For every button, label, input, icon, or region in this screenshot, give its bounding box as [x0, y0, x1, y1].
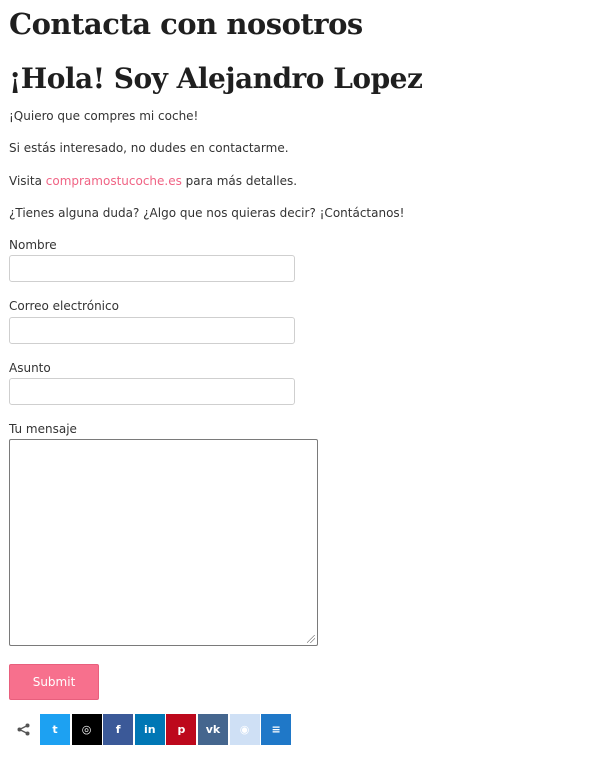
message-textarea[interactable] [9, 439, 318, 646]
submit-button[interactable]: Submit [9, 664, 99, 700]
linkedin-icon: in [143, 723, 156, 736]
website-link[interactable]: compramostucoche.es [46, 174, 182, 188]
pinterest-icon: p [177, 723, 186, 736]
intro-line-3-suffix: para más detalles. [181, 174, 298, 188]
name-field[interactable] [9, 255, 295, 282]
instagram-share-button[interactable]: ◎ [71, 714, 102, 745]
greeting-heading: ¡Hola! Soy Alejandro Lopez [9, 62, 423, 95]
contact-page: Contacta con nosotros ¡Hola! Soy Alejand… [0, 0, 592, 784]
share-bar: t ◎ f in p vk ◉ ≡ [16, 714, 293, 745]
pinterest-share-button[interactable]: p [166, 714, 197, 745]
intro-line-3: Visita compramostucoche.es para más deta… [9, 174, 297, 188]
reddit-share-button[interactable]: ◉ [229, 714, 260, 745]
buffer-share-button[interactable]: ≡ [261, 714, 292, 745]
intro-line-1: ¡Quiero que compres mi coche! [9, 109, 199, 123]
subject-field[interactable] [9, 378, 295, 405]
facebook-share-button[interactable]: f [103, 714, 134, 745]
intro-line-3-prefix: Visita [9, 174, 46, 188]
reddit-icon: ◉ [239, 723, 250, 736]
name-label: Nombre [9, 238, 57, 252]
page-title: Contacta con nosotros [9, 7, 363, 41]
email-field[interactable] [9, 317, 295, 344]
intro-line-2: Si estás interesado, no dudes en contact… [9, 141, 289, 155]
message-label: Tu mensaje [9, 422, 77, 436]
subject-label: Asunto [9, 361, 51, 375]
instagram-icon: ◎ [81, 723, 92, 736]
vk-share-button[interactable]: vk [197, 714, 228, 745]
share-buttons: t ◎ f in p vk ◉ ≡ [40, 714, 293, 745]
share-icon [16, 723, 30, 737]
facebook-icon: f [115, 723, 121, 736]
resize-handle-icon[interactable] [307, 635, 315, 643]
intro-line-4: ¿Tienes alguna duda? ¿Algo que nos quier… [9, 206, 405, 220]
twitter-share-button[interactable]: t [40, 714, 70, 745]
vk-icon: vk [205, 723, 221, 736]
email-label: Correo electrónico [9, 299, 119, 313]
linkedin-share-button[interactable]: in [134, 714, 165, 745]
twitter-icon: t [52, 723, 58, 736]
buffer-icon: ≡ [271, 723, 281, 736]
